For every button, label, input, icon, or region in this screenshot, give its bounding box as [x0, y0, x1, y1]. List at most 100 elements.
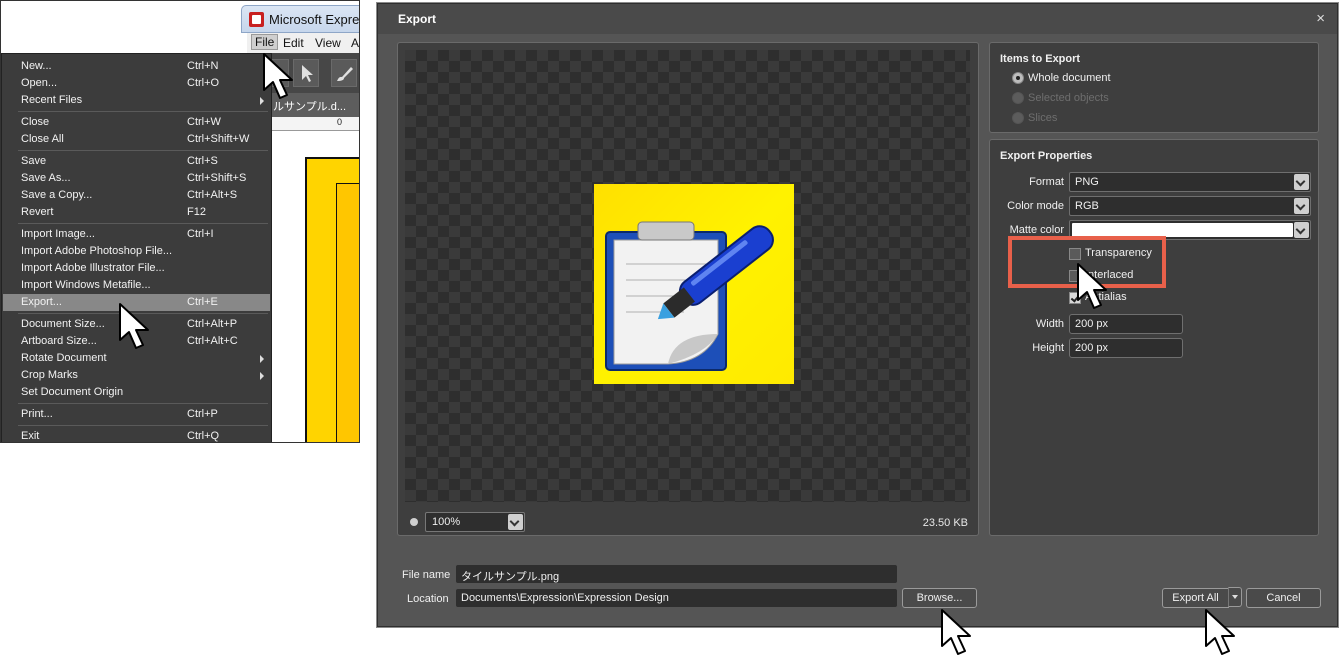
menu-item-shortcut: Ctrl+P: [187, 408, 218, 420]
menu-separator: [18, 223, 268, 224]
menu-edit[interactable]: Edit: [283, 36, 304, 50]
dialog-title: Export: [398, 12, 437, 26]
format-select[interactable]: PNG: [1069, 172, 1311, 192]
menu-item-label: Export...: [21, 296, 62, 308]
menu-item-save[interactable]: Save Ctrl+S: [3, 153, 270, 170]
menu-item-shortcut: Ctrl+S: [187, 155, 218, 167]
close-icon[interactable]: ×: [1316, 10, 1325, 27]
menu-more[interactable]: A: [351, 36, 359, 50]
menu-item-import-photoshop[interactable]: Import Adobe Photoshop File...: [3, 243, 270, 260]
radio-selected-objects[interactable]: [1012, 92, 1024, 104]
file-name-label: File name: [402, 569, 451, 581]
menu-item-shortcut: Ctrl+Alt+C: [187, 335, 238, 347]
menu-file[interactable]: File: [251, 34, 279, 50]
chevron-down-icon: [1294, 198, 1309, 214]
items-to-export-panel: Items to Export Whole document Selected …: [989, 42, 1319, 133]
menu-separator: [18, 150, 268, 151]
radio-selected-objects-label: Selected objects: [1028, 92, 1109, 104]
zoom-slider-handle[interactable]: [410, 518, 418, 526]
submenu-arrow-icon: [260, 355, 264, 363]
menu-item-label: Document Size...: [21, 318, 105, 330]
preview-canvas[interactable]: [405, 50, 970, 502]
dialog-titlebar: [378, 4, 1337, 34]
radio-slices[interactable]: [1012, 112, 1024, 124]
menu-item-label: New...: [21, 60, 52, 72]
menu-item-label: Crop Marks: [21, 369, 78, 381]
export-options-dropdown[interactable]: [1228, 587, 1242, 607]
menu-item-import-illustrator[interactable]: Import Adobe Illustrator File...: [3, 260, 270, 277]
menubar: File Edit View A: [247, 33, 359, 53]
menu-item-open[interactable]: Open... Ctrl+O: [3, 75, 270, 92]
menu-item-label: Import Windows Metafile...: [21, 279, 151, 291]
menu-view[interactable]: View: [315, 36, 341, 50]
menu-item-label: Save As...: [21, 172, 71, 184]
items-to-export-heading: Items to Export: [1000, 53, 1081, 65]
menu-item-print[interactable]: Print... Ctrl+P: [3, 406, 270, 423]
cancel-button[interactable]: Cancel: [1246, 588, 1321, 608]
location-label: Location: [407, 593, 449, 605]
file-name-value: タイルサンプル.png: [461, 571, 560, 583]
menu-item-label: Import Image...: [21, 228, 95, 240]
export-properties-heading: Export Properties: [1000, 150, 1093, 162]
menu-item-label: Exit: [21, 430, 40, 442]
menu-item-label: Recent Files: [21, 94, 83, 106]
submenu-arrow-icon: [260, 372, 264, 380]
file-size: 23.50 KB: [922, 517, 968, 529]
mouse-cursor-icon: [263, 53, 293, 99]
zoom-select[interactable]: 100%: [425, 512, 525, 532]
browse-button[interactable]: Browse...: [902, 588, 977, 608]
menu-item-shortcut: Ctrl+E: [187, 296, 218, 308]
export-all-button[interactable]: Export All: [1162, 588, 1229, 608]
menu-item-label: Save a Copy...: [21, 189, 93, 201]
menu-item-exit[interactable]: Exit Ctrl+Q: [3, 428, 270, 442]
menu-item-shortcut: Ctrl+Shift+W: [187, 133, 250, 145]
menu-item-shortcut: Ctrl+I: [187, 228, 214, 240]
menu-item-close-all[interactable]: Close All Ctrl+Shift+W: [3, 131, 270, 148]
height-label: Height: [1032, 342, 1064, 354]
menu-item-shortcut: Ctrl+O: [187, 77, 220, 89]
menu-item-shortcut: F12: [187, 206, 206, 218]
menu-separator: [18, 111, 268, 112]
menu-item-recent-files[interactable]: Recent Files: [3, 92, 270, 109]
menu-item-label: Set Document Origin: [21, 386, 124, 398]
menu-item-label: Rotate Document: [21, 352, 107, 364]
file-name-field[interactable]: タイルサンプル.png: [455, 564, 898, 584]
artwork-inner: [336, 183, 359, 442]
location-value: Documents\Expression\Expression Design: [461, 592, 669, 604]
select-tool[interactable]: [293, 59, 319, 87]
menu-item-label: Import Adobe Photoshop File...: [21, 245, 173, 257]
height-input[interactable]: 200 px: [1069, 338, 1183, 358]
menu-item-import-metafile[interactable]: Import Windows Metafile...: [3, 277, 270, 294]
menu-item-close[interactable]: Close Ctrl+W: [3, 114, 270, 131]
menu-item-save-as[interactable]: Save As... Ctrl+Shift+S: [3, 170, 270, 187]
brush-tool[interactable]: [331, 59, 357, 87]
radio-slices-label: Slices: [1028, 112, 1058, 124]
width-value: 200 px: [1075, 318, 1109, 330]
menu-item-revert[interactable]: Revert F12: [3, 204, 270, 221]
menu-item-import-image[interactable]: Import Image... Ctrl+I: [3, 226, 270, 243]
matte-color-label: Matte color: [1009, 224, 1064, 236]
radio-whole-document-label: Whole document: [1028, 72, 1111, 84]
menu-item-label: Import Adobe Illustrator File...: [21, 262, 165, 274]
menu-item-crop-marks[interactable]: Crop Marks: [3, 367, 270, 384]
width-input[interactable]: 200 px: [1069, 314, 1183, 334]
menu-separator: [18, 403, 268, 404]
location-field[interactable]: Documents\Expression\Expression Design: [455, 588, 898, 608]
format-label: Format: [1029, 176, 1064, 188]
menu-item-label: Save: [21, 155, 47, 167]
menu-item-label: Close All: [21, 133, 64, 145]
ruler: [269, 117, 359, 131]
menu-item-new[interactable]: New... Ctrl+N: [3, 58, 270, 75]
matte-color-swatch: [1072, 223, 1293, 237]
export-dialog: Export × 100% 23.50 KB Items to Export W…: [377, 3, 1338, 627]
clipboard-pen-icon: [605, 221, 774, 371]
color-mode-select[interactable]: RGB: [1069, 196, 1311, 216]
menu-item-set-origin[interactable]: Set Document Origin: [3, 384, 270, 401]
chevron-down-icon: [508, 514, 523, 530]
preview-panel: 100% 23.50 KB: [397, 42, 979, 536]
menu-item-rotate-document[interactable]: Rotate Document: [3, 350, 270, 367]
ruler-label: 0: [337, 117, 343, 127]
radio-whole-document[interactable]: [1012, 72, 1024, 84]
preview-image: [594, 184, 794, 384]
menu-item-save-copy[interactable]: Save a Copy... Ctrl+Alt+S: [3, 187, 270, 204]
